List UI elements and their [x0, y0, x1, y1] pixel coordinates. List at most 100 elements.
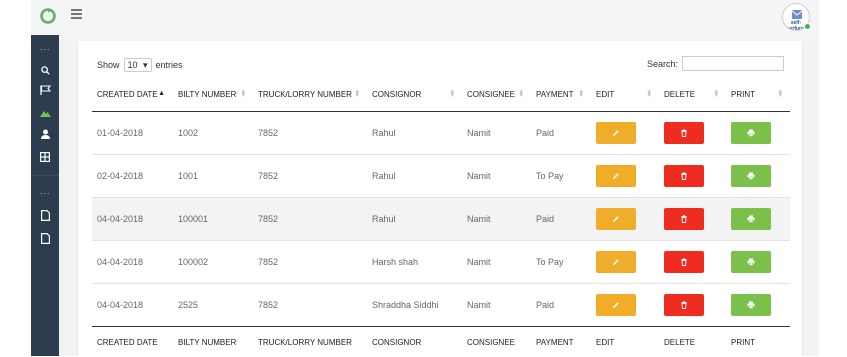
cell-payment: Paid [531, 198, 591, 241]
column-header[interactable]: PRINT▴▾ [726, 78, 790, 112]
delete-button[interactable] [664, 165, 704, 187]
file-icon[interactable] [31, 230, 59, 246]
cell-bilty-number: 1002 [173, 112, 253, 155]
column-footer: TRUCK/LORRY NUMBER [253, 327, 367, 357]
printer-icon [747, 258, 755, 266]
search-label: Search: [647, 59, 678, 69]
table-footer-row: CREATED DATE BILTY NUMBER TRUCK/LORRY NU… [92, 327, 790, 357]
chevron-down-icon: ▾ [143, 60, 148, 71]
cell-truck-number: 7852 [253, 198, 367, 241]
sidebar-dots-icon: ··· [31, 185, 59, 201]
print-button[interactable] [731, 165, 771, 187]
table-row: 01-04-201810027852RahulNamitPaid [92, 112, 790, 155]
edit-button[interactable] [596, 208, 636, 230]
column-header[interactable]: PAYMENT▴▾ [531, 78, 591, 112]
menu-icon[interactable] [71, 9, 82, 18]
delete-button[interactable] [664, 122, 704, 144]
column-header[interactable]: DELETE▴▾ [659, 78, 726, 112]
online-status-indicator [804, 23, 811, 30]
cell-consignor: Rahul [367, 112, 462, 155]
cell-consignor: Shraddha Siddhi [367, 284, 462, 327]
delete-button[interactable] [664, 294, 704, 316]
search-control: Search: [647, 56, 784, 71]
cell-bilty-number: 2525 [173, 284, 253, 327]
column-footer: CONSIGNOR [367, 327, 462, 357]
cell-consignee: Namit [462, 284, 531, 327]
search-input[interactable] [682, 56, 784, 71]
column-footer: CREATED DATE [92, 327, 173, 357]
cell-consignee: Namit [462, 241, 531, 284]
plus-square-icon[interactable] [31, 149, 59, 165]
print-button[interactable] [731, 208, 771, 230]
cell-bilty-number: 100001 [173, 198, 253, 241]
trash-icon [680, 301, 688, 309]
cell-consignee: Namit [462, 198, 531, 241]
printer-icon [747, 215, 755, 223]
pencil-icon [612, 258, 620, 266]
entries-label: entries [156, 60, 183, 70]
cell-truck-number: 7852 [253, 112, 367, 155]
show-entries-control: Show 10 ▾ entries [97, 58, 183, 72]
search-icon[interactable] [31, 62, 59, 78]
sidebar-dots-icon: ··· [31, 41, 59, 57]
printer-icon [747, 129, 755, 137]
printer-icon [747, 172, 755, 180]
column-header[interactable]: CONSIGNEE▴▾ [462, 78, 531, 112]
user-icon[interactable] [31, 126, 59, 142]
column-footer: PRINT [726, 327, 790, 357]
printer-icon [747, 301, 755, 309]
flag-icon[interactable] [31, 82, 59, 98]
entries-select[interactable]: 10 ▾ [124, 58, 152, 72]
print-button[interactable] [731, 122, 771, 144]
column-footer: CONSIGNEE [462, 327, 531, 357]
mountain-icon[interactable] [31, 105, 59, 121]
cell-consignee: Namit [462, 112, 531, 155]
pencil-icon [612, 301, 620, 309]
table-header-row: CREATED DATE▲ BILTY NUMBER▴▾ TRUCK/LORRY… [92, 78, 790, 112]
delete-button[interactable] [664, 208, 704, 230]
show-label: Show [97, 60, 120, 70]
edit-button[interactable] [596, 165, 636, 187]
column-header[interactable]: EDIT▴▾ [591, 78, 659, 112]
sidebar-divider [31, 175, 59, 176]
sort-asc-icon: ▲ [158, 92, 165, 96]
cell-created-date: 04-04-2018 [92, 241, 173, 284]
sort-icon: ▴▾ [241, 90, 245, 98]
edit-button[interactable] [596, 122, 636, 144]
cell-consignor: Harsh shah [367, 241, 462, 284]
sort-icon: ▴▾ [714, 90, 718, 98]
cell-bilty-number: 1001 [173, 155, 253, 198]
sort-icon: ▴▾ [519, 90, 523, 98]
cell-consignor: Rahul [367, 198, 462, 241]
table-row: 04-04-201825257852Shraddha SiddhiNamitPa… [92, 284, 790, 327]
column-header[interactable]: CONSIGNOR▴▾ [367, 78, 462, 112]
cell-truck-number: 7852 [253, 241, 367, 284]
main-content: Show 10 ▾ entries Search: CREATED DATE▲ … [59, 35, 819, 356]
cell-truck-number: 7852 [253, 155, 367, 198]
cell-payment: To Pay [531, 241, 591, 284]
file-icon[interactable] [31, 207, 59, 223]
column-footer: BILTY NUMBER [173, 327, 253, 357]
table-row: 04-04-20181000017852RahulNamitPaid [92, 198, 790, 241]
sort-icon: ▴▾ [579, 90, 583, 98]
print-button[interactable] [731, 294, 771, 316]
app-logo-icon[interactable] [38, 6, 58, 26]
delete-button[interactable] [664, 251, 704, 273]
column-footer: EDIT [591, 327, 659, 357]
cell-created-date: 02-04-2018 [92, 155, 173, 198]
print-button[interactable] [731, 251, 771, 273]
sidebar: ··· ··· [31, 35, 59, 356]
column-header[interactable]: CREATED DATE▲ [92, 78, 173, 112]
table-row: 02-04-201810017852RahulNamitTo Pay [92, 155, 790, 198]
top-bar [31, 0, 819, 36]
column-header[interactable]: BILTY NUMBER▴▾ [173, 78, 253, 112]
sort-icon: ▴▾ [450, 90, 454, 98]
cell-payment: Paid [531, 284, 591, 327]
edit-button[interactable] [596, 251, 636, 273]
trash-icon [680, 215, 688, 223]
cell-truck-number: 7852 [253, 284, 367, 327]
column-footer: PAYMENT [531, 327, 591, 357]
sort-icon: ▴▾ [355, 90, 359, 98]
column-header[interactable]: TRUCK/LORRY NUMBER▴▾ [253, 78, 367, 112]
edit-button[interactable] [596, 294, 636, 316]
